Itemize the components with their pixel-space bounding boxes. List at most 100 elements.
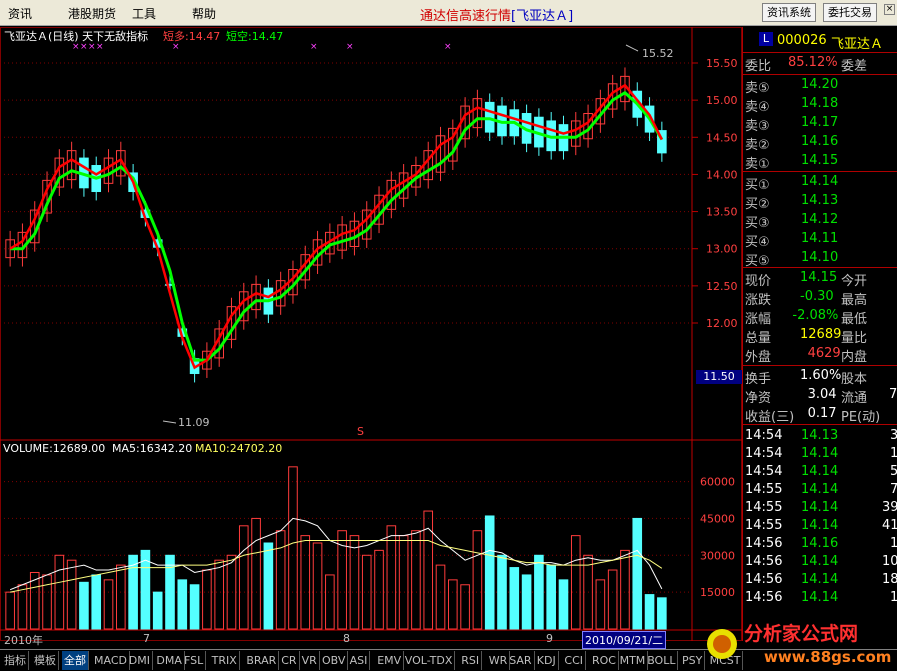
tick-time: 14:56 — [745, 554, 783, 569]
indicator-tab[interactable]: CCI — [562, 651, 586, 670]
indicator-tab[interactable]: MACD — [92, 651, 130, 670]
indicator-tab[interactable]: TRIX — [210, 651, 240, 670]
info-label: 换手 — [745, 372, 772, 387]
menu-help[interactable]: 帮助 — [192, 5, 216, 22]
tick-volume: 3 — [890, 428, 897, 443]
stat-label: 涨跌 — [745, 293, 772, 308]
tick-row: 14:56 14.14 18 — [743, 571, 897, 589]
tick-price: 14.14 — [801, 590, 839, 605]
kline-chart[interactable]: 15.50 15.00 14.50 14.00 13.50 13.00 12.50 12.00… — [0, 27, 742, 649]
tick-time: 14:54 — [745, 428, 783, 443]
divider — [743, 365, 897, 366]
volume-bar — [435, 564, 446, 630]
indicator-tab[interactable]: ROC — [590, 651, 619, 670]
tick-volume: 41 — [882, 518, 897, 533]
info-extra: 7 — [889, 387, 897, 402]
low-arrow — [162, 420, 177, 424]
indicator-tab[interactable]: 指标 — [2, 651, 29, 670]
stat-label-secondary: 今开 — [841, 274, 868, 289]
price-tick-label: 12.50 — [706, 280, 738, 293]
x-label-september: 9 — [546, 632, 553, 645]
indicator-tab[interactable]: FSL — [182, 651, 207, 670]
x-label-august: 8 — [343, 632, 350, 645]
volume-bar — [398, 535, 409, 630]
stat-value: 12689 — [800, 327, 842, 342]
info-value: 1.60% — [800, 368, 842, 383]
volume-bar — [17, 584, 28, 630]
volume-tick-label: 15000 — [700, 586, 735, 599]
menu-tools[interactable]: 工具 — [132, 5, 156, 22]
indicator-tab[interactable]: VR — [300, 651, 320, 670]
close-icon[interactable]: × — [884, 4, 895, 15]
price-tick-label: 15.00 — [706, 94, 738, 107]
volume-bar — [152, 591, 163, 630]
indicator-tab[interactable]: RSI — [459, 651, 483, 670]
stat-label-secondary: 最高 — [841, 293, 868, 308]
volume-bar — [657, 597, 667, 630]
buy-level-row: 买④ 14.11 — [743, 230, 897, 250]
indicator-tab[interactable]: 模板 — [32, 651, 59, 670]
short-short-label: 短空:14.47 — [226, 30, 284, 43]
info-system-button[interactable]: 资讯系统 — [762, 3, 816, 22]
tick-time: 14:56 — [745, 572, 783, 587]
indicator-tab[interactable]: CR — [279, 651, 300, 670]
info-label-secondary: PE(动) — [841, 410, 881, 425]
tick-volume: 1 — [890, 446, 897, 461]
x-label-year: 2010年 — [4, 634, 43, 647]
indicator-tab[interactable]: DMI — [127, 651, 154, 670]
sell-level-label: 卖① — [745, 157, 770, 172]
quote-stat-row: 外盘 4629 内盘 — [743, 345, 897, 365]
stat-label: 外盘 — [745, 350, 772, 365]
indicator-tab[interactable]: VOL-TDX — [403, 651, 456, 670]
quote-stat-row: 总量 12689 量比 — [743, 326, 897, 346]
volume-tick-label: 45000 — [700, 512, 735, 525]
sell-level-label: 卖④ — [745, 100, 770, 115]
volume-bar — [632, 517, 643, 630]
volume-bar — [607, 569, 618, 630]
tick-time: 14:55 — [745, 518, 783, 533]
watermark-logo: 分析家公式网 www.88gs.com — [702, 614, 897, 671]
watermark-graphic: 分析家公式网 www.88gs.com — [707, 622, 891, 666]
volume-tick-label: 30000 — [700, 549, 735, 562]
indicator-tab[interactable]: BOLL — [645, 651, 679, 670]
volume-bar — [177, 579, 188, 630]
volume-bar — [275, 530, 286, 630]
weibi-row: 委比 85.12% 委差 — [743, 54, 897, 74]
menu-hk-futures[interactable]: 港股期货 — [68, 5, 116, 22]
signal-marker: × — [346, 42, 354, 52]
volume-bar — [263, 542, 274, 630]
volume-bar — [238, 525, 249, 630]
menu-info[interactable]: 资讯 — [8, 5, 32, 22]
stat-value: 4629 — [807, 346, 841, 361]
volume-bar — [448, 579, 458, 630]
sell-level-row: 卖③ 14.17 — [743, 114, 897, 134]
chart-canvas: 15.50 15.00 14.50 14.00 13.50 13.00 12.50 12.00… — [0, 27, 742, 641]
company-info-row: 换手 1.60% 股本 — [743, 367, 897, 387]
stat-label-secondary: 最低 — [841, 312, 868, 327]
indicator-tab[interactable]: SAR — [507, 651, 535, 670]
indicator-tab[interactable]: MTM — [618, 651, 649, 670]
indicator-tab[interactable]: BRAR — [244, 651, 280, 670]
quote-stat-row: 涨跌 -0.30 最高 — [743, 288, 897, 308]
indicator-tab[interactable]: 全部 — [62, 651, 89, 670]
buy-level-label: 买① — [745, 178, 770, 193]
sell-level-row: 卖⑤ 14.20 — [743, 76, 897, 96]
indicator-tab[interactable]: OBV — [320, 651, 349, 670]
volume-bar — [411, 530, 421, 630]
volume-label: VOLUME:12689.00 — [3, 442, 106, 455]
stock-name: 飞亚达Ａ — [831, 37, 884, 52]
indicator-tab[interactable]: DMA — [154, 651, 185, 670]
volume-line-MA5 — [9, 517, 663, 591]
tick-row: 14:54 14.13 3 — [743, 427, 897, 445]
s-marker: S — [357, 425, 364, 438]
indicator-tab[interactable]: ASI — [348, 651, 371, 670]
divider — [743, 424, 897, 425]
signal-marker: × — [444, 42, 452, 52]
chart-title: 飞亚达Ａ(日线) 天下无敌指标 — [4, 30, 149, 43]
info-value: 3.04 — [807, 387, 837, 402]
indicator-tab[interactable]: EMV — [375, 651, 405, 670]
entrust-button[interactable]: 委托交易 — [823, 3, 877, 22]
indicator-tab[interactable]: KDJ — [535, 651, 559, 670]
price-tick-label: 13.00 — [706, 243, 738, 256]
stock-header: L 000026 飞亚达Ａ — [743, 32, 897, 52]
